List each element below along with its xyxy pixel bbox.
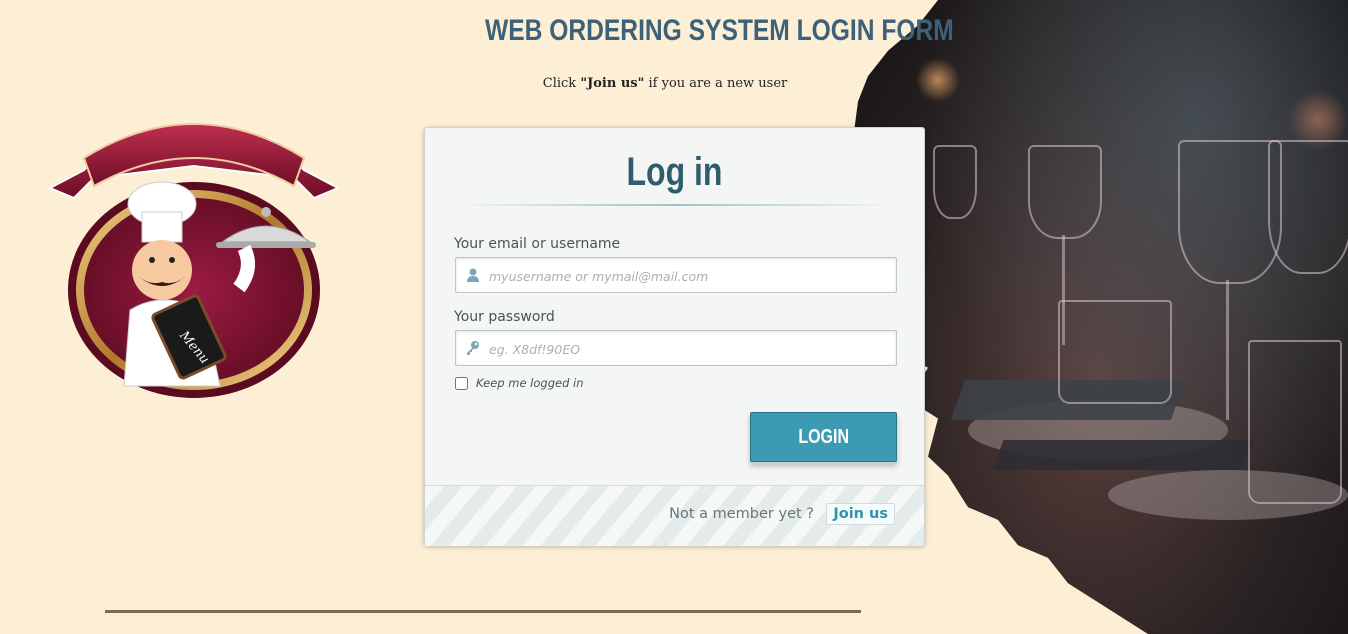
user-icon bbox=[467, 268, 479, 282]
username-input[interactable] bbox=[487, 258, 891, 294]
remember-me-checkbox[interactable] bbox=[455, 376, 468, 390]
not-member-text: Not a member yet ? bbox=[669, 506, 814, 522]
remember-me[interactable]: Keep me logged in bbox=[454, 376, 584, 390]
username-field bbox=[455, 257, 897, 294]
subtitle-emphasis: "Join us" bbox=[580, 76, 645, 91]
password-input[interactable] bbox=[487, 331, 891, 367]
password-field bbox=[455, 330, 897, 367]
login-title: Log in bbox=[626, 150, 723, 194]
card-footer: Not a member yet ? Join us bbox=[425, 485, 924, 546]
remember-me-label: Keep me logged in bbox=[476, 376, 584, 390]
subtitle-prefix: Click bbox=[542, 76, 581, 91]
key-icon bbox=[467, 341, 479, 355]
subtitle-suffix: if you are a new user bbox=[644, 76, 788, 91]
subtitle: Click "Join us" if you are a new user bbox=[480, 76, 850, 91]
page-title: WEB ORDERING SYSTEM LOGIN FORM bbox=[485, 14, 954, 47]
login-button-label: LOGIN bbox=[798, 425, 849, 448]
bottom-divider bbox=[105, 610, 861, 613]
join-us-link[interactable]: Join us bbox=[826, 503, 895, 525]
chef-with-menu-logo: Menu bbox=[47, 123, 341, 398]
title-divider bbox=[455, 204, 895, 206]
login-button[interactable]: LOGIN bbox=[750, 412, 897, 462]
password-label: Your password bbox=[454, 309, 555, 325]
login-card: Log in Your email or username Your passw… bbox=[424, 127, 925, 546]
username-label: Your email or username bbox=[454, 236, 621, 252]
